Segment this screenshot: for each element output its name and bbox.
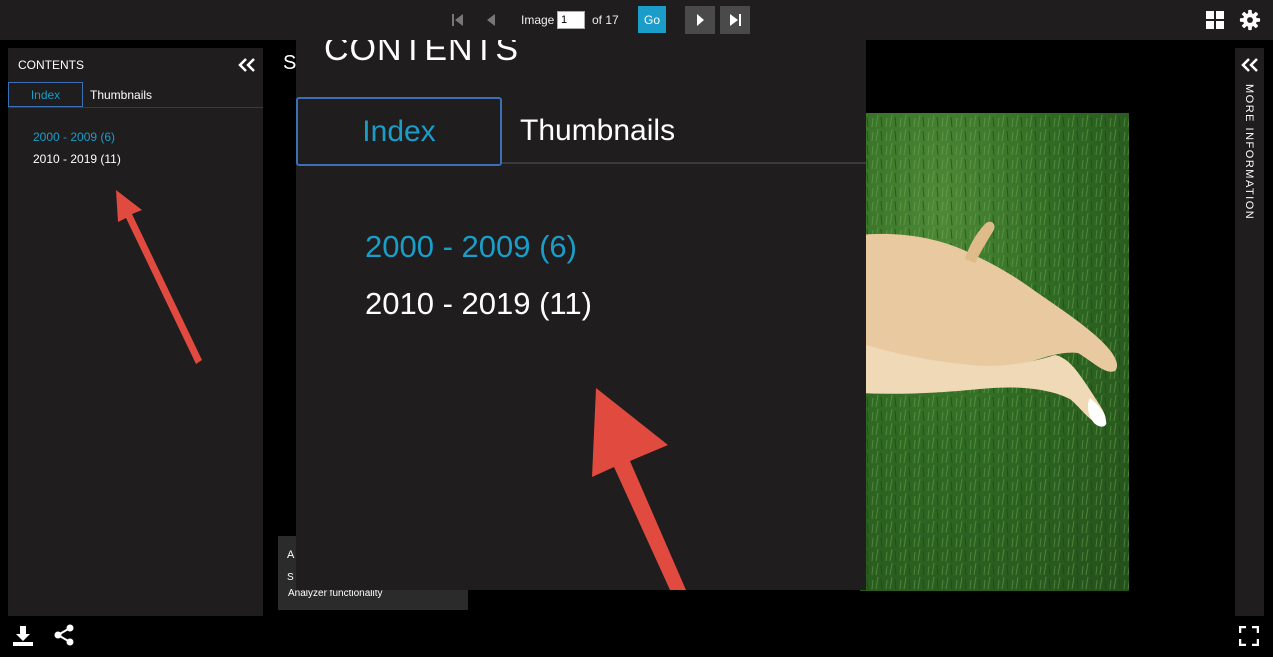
last-page-button[interactable] xyxy=(720,6,750,34)
previous-icon xyxy=(487,14,495,26)
grid-view-icon[interactable] xyxy=(1206,11,1224,29)
dog-photo xyxy=(860,113,1129,591)
tab-thumbnails[interactable]: Thumbnails xyxy=(90,88,152,102)
analyzer-heading: A xyxy=(287,549,295,561)
next-icon xyxy=(697,14,704,26)
contents-title: CONTENTS xyxy=(18,58,84,72)
contents-panel: CONTENTS Index Thumbnails 2000 - 2009 (6… xyxy=(8,48,263,616)
go-button[interactable]: Go xyxy=(638,6,666,33)
image-count-label: of 17 xyxy=(592,13,619,27)
analyzer-subtext: S xyxy=(287,572,294,583)
previous-button[interactable] xyxy=(476,6,506,34)
tab-index[interactable]: Index xyxy=(8,82,83,107)
index-item[interactable]: 2000 - 2009 (6) xyxy=(33,130,115,144)
last-page-icon xyxy=(730,14,741,26)
gear-icon[interactable] xyxy=(1239,9,1261,31)
annotation-arrow-large xyxy=(592,388,686,590)
first-page-button[interactable] xyxy=(443,6,473,34)
collapse-left-icon[interactable] xyxy=(237,57,257,73)
share-icon[interactable] xyxy=(53,624,75,646)
viewer-title: S xyxy=(283,52,297,74)
download-icon[interactable] xyxy=(12,625,34,647)
image-number-input[interactable] xyxy=(557,11,585,29)
expand-left-icon[interactable] xyxy=(1241,57,1259,73)
first-page-icon xyxy=(452,14,463,26)
more-information-panel[interactable]: MORE INFORMATION xyxy=(1235,48,1264,616)
tab-divider xyxy=(8,107,263,108)
top-toolbar: Image of 17 Go xyxy=(0,0,1273,40)
zoom-inset: CONTENTS Index Thumbnails 2000 - 2009 (6… xyxy=(296,40,866,590)
index-item[interactable]: 2010 - 2019 (11) xyxy=(33,152,121,166)
more-information-label: MORE INFORMATION xyxy=(1243,84,1255,221)
fullscreen-icon[interactable] xyxy=(1239,626,1259,646)
dog-illustration xyxy=(860,113,1129,591)
image-label: Image xyxy=(521,13,555,27)
next-button[interactable] xyxy=(685,6,715,34)
